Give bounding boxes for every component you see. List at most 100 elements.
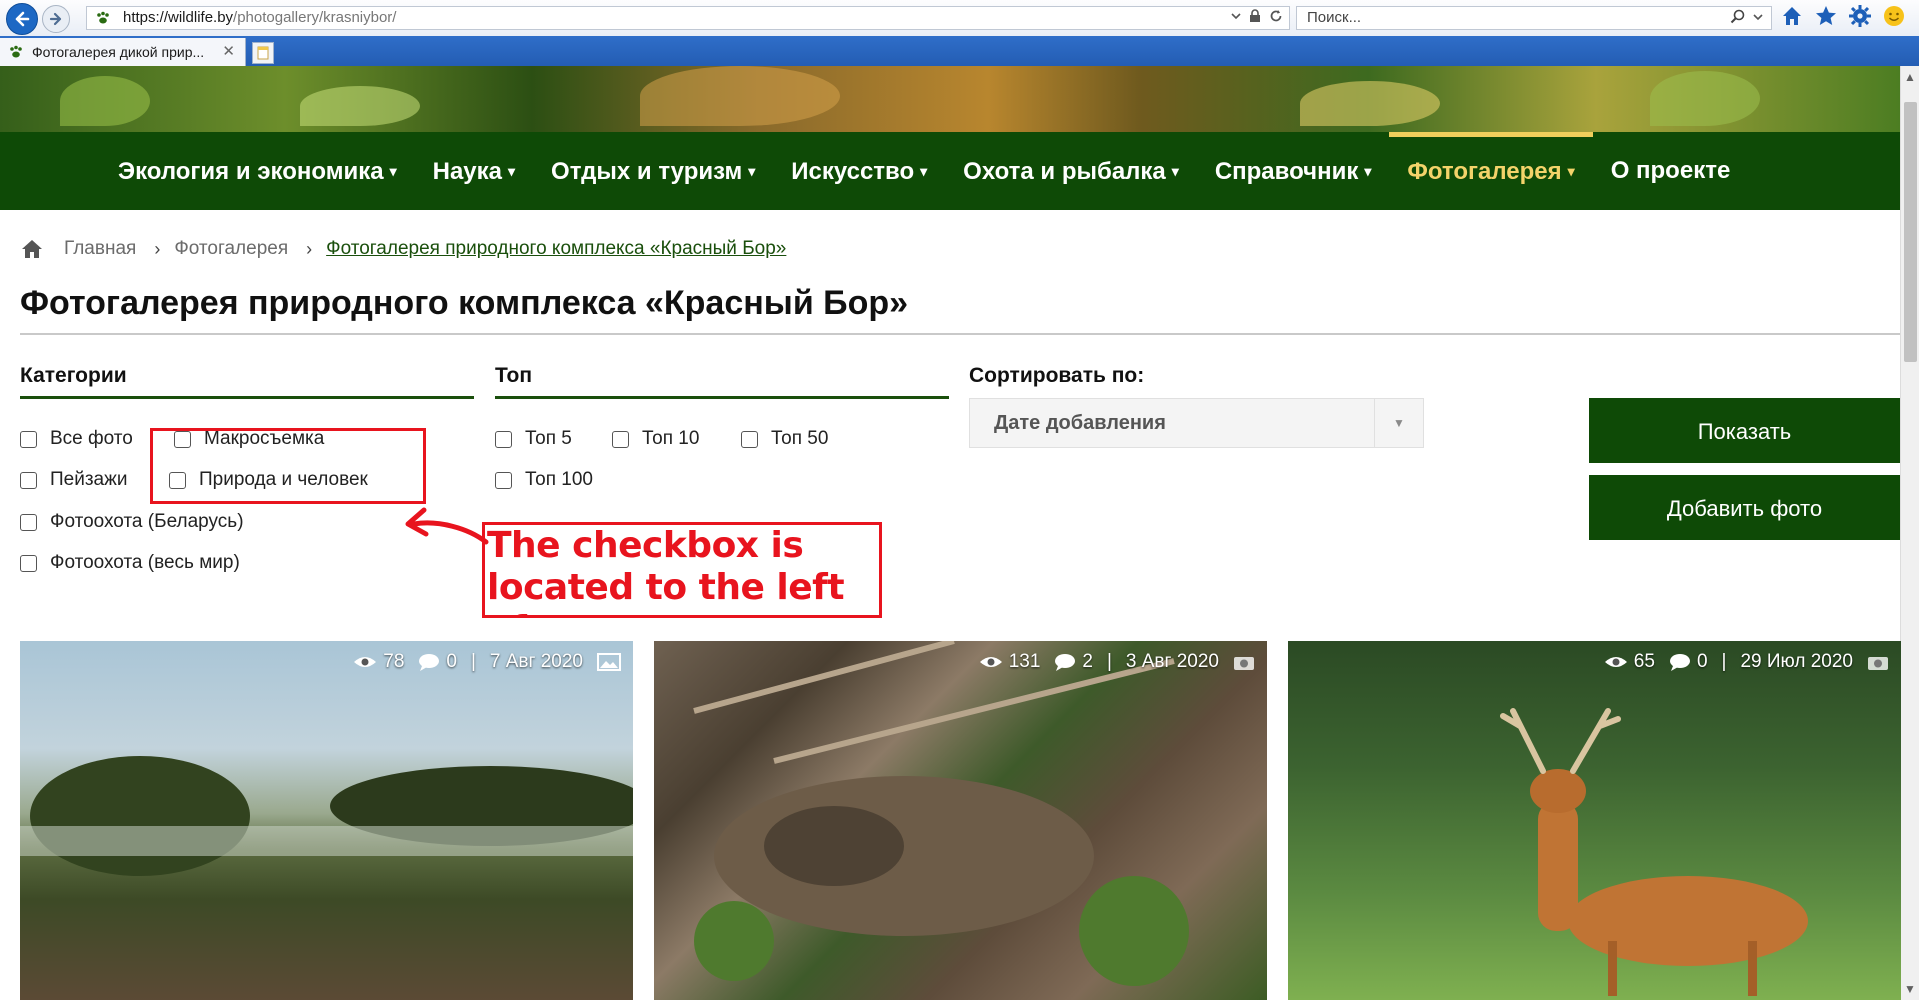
browser-search-input[interactable]: Поиск...	[1296, 6, 1772, 30]
checkbox-photohunt-world[interactable]: Фотоохота (весь мир)	[20, 552, 240, 574]
checkbox-top-50[interactable]: Топ 50	[741, 428, 828, 450]
annotation-arrow-icon	[405, 507, 489, 545]
checkbox-top-10[interactable]: Топ 10	[612, 428, 699, 450]
views-count: 131	[1008, 651, 1041, 672]
eye-icon	[979, 657, 1002, 667]
chevron-down-icon[interactable]	[1753, 12, 1763, 22]
back-button[interactable]	[6, 3, 38, 35]
photo-date: 3 Авг 2020	[1125, 651, 1219, 672]
scroll-up-icon[interactable]: ▲	[1904, 70, 1916, 84]
breadcrumb-gallery-link[interactable]: Фотогалерея	[174, 238, 288, 260]
gear-icon[interactable]	[1848, 4, 1872, 28]
top-heading: Топ	[495, 364, 949, 399]
gallery-card[interactable]: 65 0 | 29 Июл 2020	[1288, 641, 1901, 1000]
annotation-text: The checkbox is located to the left of	[482, 522, 882, 618]
home-icon[interactable]	[20, 238, 44, 260]
nav-item-label: Охота и рыбалка	[963, 158, 1166, 185]
comments-icon	[1055, 654, 1076, 671]
home-icon[interactable]	[1780, 4, 1804, 28]
checkbox-landscapes[interactable]: Пейзажи	[20, 469, 127, 491]
nav-item-reference[interactable]: Справочник ▾	[1197, 132, 1390, 210]
vertical-scrollbar[interactable]: ▲ ▼	[1900, 66, 1919, 1000]
paw-favicon-icon	[10, 45, 22, 58]
scrollbar-thumb[interactable]	[1904, 102, 1917, 362]
comments-count: 2	[1082, 651, 1093, 672]
gallery-card[interactable]: 131 2 | 3 Авг 2020	[654, 641, 1267, 1000]
caret-down-icon: ▾	[508, 163, 516, 179]
url-domain: https://wildlife.by	[123, 9, 234, 26]
nav-item-tourism[interactable]: Отдых и туризм ▾	[533, 132, 773, 210]
breadcrumb-separator: ›	[306, 238, 313, 259]
nav-item-label: Наука	[432, 158, 503, 185]
photo-scene	[1500, 708, 1808, 996]
refresh-icon[interactable]	[1269, 9, 1283, 23]
checkbox-label: Фотоохота (Беларусь)	[50, 511, 244, 532]
checkbox-box[interactable]	[20, 471, 37, 489]
breadcrumb-home-link[interactable]: Главная	[64, 238, 136, 260]
nav-item-ecology[interactable]: Экология и экономика ▾	[100, 132, 415, 210]
annotation-highlight-box	[150, 428, 426, 504]
checkbox-box[interactable]	[495, 430, 512, 448]
checkbox-label: Все фото	[50, 428, 133, 449]
leaf-decoration	[300, 86, 420, 126]
checkbox-box[interactable]	[20, 554, 37, 572]
nav-item-hunting[interactable]: Охота и рыбалка ▾	[945, 132, 1197, 210]
breadcrumb-separator: ›	[154, 238, 161, 259]
chevron-down-icon[interactable]	[1231, 11, 1241, 21]
scroll-down-icon[interactable]: ▼	[1904, 982, 1916, 996]
gallery-card[interactable]: 78 0 | 7 Авг 2020	[20, 641, 633, 1000]
breadcrumb: Главная › Фотогалерея › Фотогалерея прир…	[20, 238, 786, 260]
caret-down-icon: ▾	[1364, 163, 1372, 179]
url-field[interactable]: https://wildlife.by/photogallery/krasniy…	[86, 6, 1290, 30]
checkbox-label: Топ 100	[525, 469, 593, 490]
add-photo-button[interactable]: Добавить фото	[1589, 475, 1900, 540]
close-tab-icon[interactable]: ✕	[222, 38, 235, 66]
smiley-feedback-icon[interactable]	[1882, 4, 1906, 28]
new-tab-button[interactable]	[252, 42, 274, 64]
photo-fallow-deer[interactable]	[1288, 641, 1901, 1000]
nav-item-label: Отдых и туризм	[551, 158, 743, 185]
sort-select[interactable]: Дате добавления ▼	[969, 398, 1424, 448]
views-count: 78	[383, 651, 405, 672]
breadcrumb-current-link[interactable]: Фотогалерея природного комплекса «Красны…	[326, 238, 786, 260]
photo-date: 29 Июл 2020	[1740, 651, 1853, 672]
show-button[interactable]: Показать	[1589, 398, 1900, 463]
browser-tab-active[interactable]: Фотогалерея дикой прир... ✕	[0, 38, 246, 66]
checkbox-box[interactable]	[612, 430, 629, 448]
checkbox-box[interactable]	[495, 471, 512, 489]
main-navigation: Экология и экономика ▾ Наука ▾ Отдых и тур…	[0, 132, 1900, 210]
forward-button[interactable]	[42, 5, 70, 33]
photo-nightjar[interactable]	[654, 641, 1267, 1000]
checkbox-all-photos[interactable]: Все фото	[20, 428, 133, 450]
image-icon	[597, 653, 621, 671]
checkbox-top-100[interactable]: Топ 100	[495, 469, 593, 491]
new-tab-icon	[257, 46, 269, 60]
checkbox-photohunt-belarus[interactable]: Фотоохота (Беларусь)	[20, 511, 244, 533]
checkbox-box[interactable]	[741, 430, 758, 448]
checkbox-box[interactable]	[20, 513, 37, 531]
tab-title: Фотогалерея дикой прир...	[32, 44, 205, 60]
nav-item-about[interactable]: О проекте	[1593, 132, 1749, 210]
eye-icon	[354, 657, 377, 667]
chevron-down-icon[interactable]: ▼	[1374, 399, 1423, 447]
nav-item-label: Искусство	[791, 158, 915, 185]
photo-landscape-fog[interactable]	[20, 641, 633, 1000]
camera-icon	[1234, 657, 1254, 670]
nav-item-photogallery[interactable]: Фотогалерея ▾	[1389, 132, 1593, 210]
nav-item-science[interactable]: Наука ▾	[415, 132, 533, 210]
star-favorites-icon[interactable]	[1814, 4, 1838, 28]
comments-count: 0	[446, 651, 457, 672]
meta-separator: |	[1106, 651, 1112, 672]
meta-separator: |	[1721, 651, 1727, 672]
lock-icon[interactable]	[1249, 9, 1261, 23]
search-icon[interactable]	[1730, 9, 1745, 24]
caret-down-icon: ▾	[920, 163, 928, 179]
checkbox-top-5[interactable]: Топ 5	[495, 428, 572, 450]
arrow-left-icon	[15, 11, 30, 27]
checkbox-box[interactable]	[20, 430, 37, 448]
categories-heading: Категории	[20, 364, 474, 399]
photo-scene	[20, 756, 633, 876]
photo-meta: 78 0 | 7 Авг 2020	[353, 651, 621, 673]
paw-favicon-icon	[97, 11, 109, 24]
nav-item-art[interactable]: Искусство ▾	[773, 132, 945, 210]
